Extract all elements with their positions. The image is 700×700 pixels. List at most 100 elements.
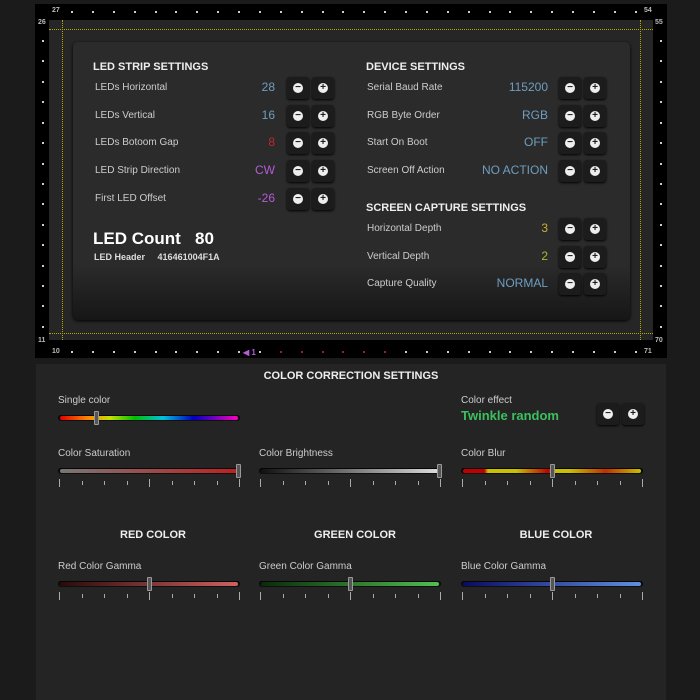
led-dot xyxy=(258,11,261,13)
red-gamma-slider[interactable] xyxy=(58,577,240,591)
led-dot xyxy=(425,11,428,13)
led-dot xyxy=(660,142,662,145)
led-dot xyxy=(42,121,44,124)
slider-ticks xyxy=(461,592,643,600)
increment-button[interactable]: + xyxy=(312,160,334,182)
slider-thumb[interactable] xyxy=(348,577,353,591)
led-dot xyxy=(660,264,662,267)
led-dot xyxy=(112,351,115,353)
minus-circle-icon: − xyxy=(293,83,303,93)
slider-ticks xyxy=(259,479,441,487)
increment-button[interactable]: + xyxy=(312,105,334,127)
led-dot xyxy=(592,351,595,353)
decrement-button[interactable]: − xyxy=(559,246,581,268)
minus-circle-icon: − xyxy=(565,166,575,176)
led-dot xyxy=(217,11,220,13)
first-led-marker: ◀ 1 xyxy=(243,348,256,357)
minus-circle-icon: − xyxy=(565,111,575,121)
led-dot xyxy=(321,11,324,13)
slider-thumb[interactable] xyxy=(550,464,555,478)
blue-gamma-slider[interactable] xyxy=(461,577,643,591)
led-dot xyxy=(42,101,44,104)
increment-button[interactable]: + xyxy=(584,132,606,154)
effect-minus-button[interactable]: − xyxy=(597,403,619,425)
effect-plus-button[interactable]: + xyxy=(622,403,644,425)
corner-number: 54 xyxy=(644,7,652,14)
setting-label: Start On Boot xyxy=(367,137,428,148)
red-gamma-label: Red Color Gamma xyxy=(58,561,142,572)
color-correction-title: COLOR CORRECTION SETTINGS xyxy=(263,370,439,382)
led-dot xyxy=(660,101,662,104)
setting-value: 2 xyxy=(541,249,548,263)
decrement-button[interactable]: − xyxy=(287,188,309,210)
setting-value: NO ACTION xyxy=(481,163,548,177)
increment-button[interactable]: + xyxy=(584,77,606,99)
corner-number: 10 xyxy=(52,348,60,355)
device-title: DEVICE SETTINGS xyxy=(366,61,466,73)
led-header: LED Header 416461004F1A xyxy=(94,252,220,262)
led-dot xyxy=(634,351,637,353)
led-dot xyxy=(660,121,662,124)
brightness-label: Color Brightness xyxy=(259,448,333,459)
led-dot xyxy=(91,351,94,353)
decrement-button[interactable]: − xyxy=(559,160,581,182)
decrement-button[interactable]: − xyxy=(559,218,581,240)
decrement-button[interactable]: − xyxy=(287,160,309,182)
led-dot xyxy=(660,60,662,63)
decrement-button[interactable]: − xyxy=(559,273,581,295)
led-dot xyxy=(154,351,157,353)
led-header-value: 416461004F1A xyxy=(157,252,220,262)
led-dot xyxy=(488,11,491,13)
led-dot xyxy=(71,351,73,353)
increment-button[interactable]: + xyxy=(584,273,606,295)
increment-button[interactable]: + xyxy=(584,105,606,127)
plus-circle-icon: + xyxy=(628,409,638,419)
minus-circle-icon: − xyxy=(293,138,303,148)
decrement-button[interactable]: − xyxy=(287,77,309,99)
led-dot xyxy=(112,11,115,13)
decrement-button[interactable]: − xyxy=(559,132,581,154)
saturation-slider[interactable] xyxy=(58,464,241,478)
setting-value: 16 xyxy=(261,108,275,122)
led-dot xyxy=(660,305,662,308)
increment-button[interactable]: + xyxy=(312,77,334,99)
plus-circle-icon: + xyxy=(318,83,328,93)
decrement-button[interactable]: − xyxy=(559,77,581,99)
saturation-label: Color Saturation xyxy=(58,448,131,459)
decrement-button[interactable]: − xyxy=(287,132,309,154)
increment-button[interactable]: + xyxy=(584,160,606,182)
led-dot xyxy=(530,11,533,13)
increment-button[interactable]: + xyxy=(312,132,334,154)
led-dot xyxy=(405,351,407,353)
slider-thumb[interactable] xyxy=(147,577,152,591)
blur-label: Color Blur xyxy=(461,448,506,459)
led-dot xyxy=(42,60,44,63)
increment-button[interactable]: + xyxy=(584,218,606,240)
blue-color-title: BLUE COLOR xyxy=(519,529,593,541)
bottom-led-dots xyxy=(71,351,637,353)
led-dot xyxy=(42,285,44,288)
green-gamma-label: Green Color Gamma xyxy=(259,561,352,572)
green-gamma-slider[interactable] xyxy=(259,577,441,591)
led-dot xyxy=(592,11,595,13)
slider-ticks xyxy=(58,592,240,600)
led-dot xyxy=(572,351,574,353)
minus-circle-icon: − xyxy=(293,194,303,204)
increment-button[interactable]: + xyxy=(312,188,334,210)
single-color-slider[interactable] xyxy=(58,411,240,425)
minus-circle-icon: − xyxy=(565,138,575,148)
led-dot xyxy=(42,325,44,328)
slider-thumb[interactable] xyxy=(550,577,555,591)
increment-button[interactable]: + xyxy=(584,246,606,268)
slider-thumb[interactable] xyxy=(93,411,99,425)
setting-label: Vertical Depth xyxy=(367,251,430,262)
decrement-button[interactable]: − xyxy=(287,105,309,127)
minus-circle-icon: − xyxy=(565,224,575,234)
led-dot xyxy=(217,351,220,353)
plus-circle-icon: + xyxy=(590,111,600,121)
slider-thumb[interactable] xyxy=(236,464,241,478)
slider-thumb[interactable] xyxy=(437,464,442,478)
brightness-slider[interactable] xyxy=(259,464,442,478)
decrement-button[interactable]: − xyxy=(559,105,581,127)
blur-slider[interactable] xyxy=(461,464,643,478)
